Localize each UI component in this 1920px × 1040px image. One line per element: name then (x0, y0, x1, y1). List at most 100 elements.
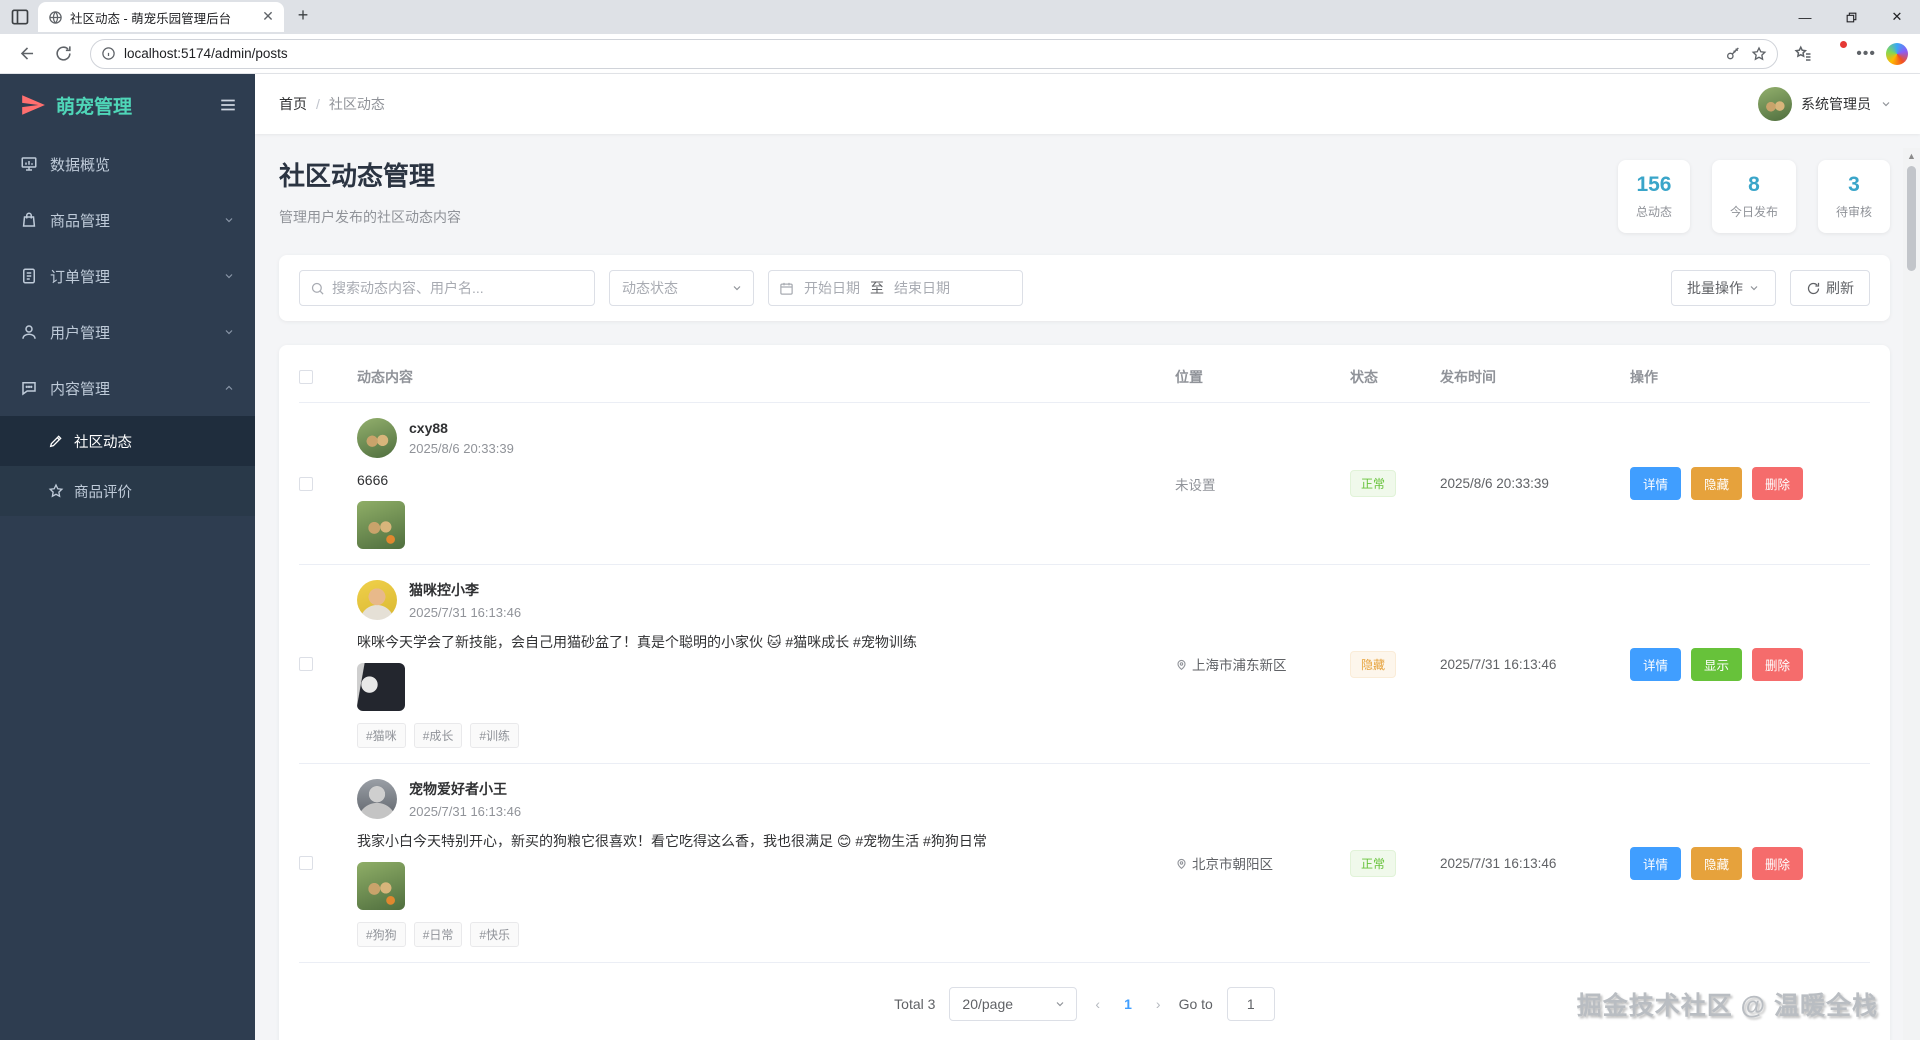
status-badge: 正常 (1350, 470, 1397, 497)
location-pin-icon (1175, 658, 1188, 671)
post-content: 我家小白今天特别开心，新买的狗粮它很喜欢！看它吃得这么香，我也很满足 😊 #宠物… (357, 833, 987, 849)
window-close-button[interactable]: ✕ (1874, 0, 1920, 34)
delete-button[interactable]: 删除 (1752, 467, 1804, 500)
status-badge: 隐藏 (1350, 650, 1397, 678)
detail-button[interactable]: 详情 (1630, 647, 1682, 681)
row-checkbox[interactable] (299, 856, 313, 870)
sidebar-item-product-reviews[interactable]: 商品评价 (0, 466, 255, 516)
tab-strip: 社区动态 - 萌宠乐园管理后台 ✕ + — ✕ (0, 0, 1920, 34)
window-restore-button[interactable] (1828, 0, 1874, 34)
url-field[interactable]: localhost:5174/admin/posts (90, 38, 1779, 69)
post-content: 咪咪今天学会了新技能，会自己用猫砂盆了！真是个聪明的小家伙 🐱 #猫咪成长 #宠… (357, 634, 917, 650)
avatar (357, 418, 397, 458)
copilot-icon[interactable] (1886, 42, 1908, 65)
tab-close-icon[interactable]: ✕ (260, 9, 276, 25)
search-input[interactable] (332, 280, 584, 296)
table-row: 宠物爱好者小王 2025/7/31 16:13:46 我家小白今天特别开心，新买… (299, 764, 1870, 963)
window-minimize-button[interactable]: — (1782, 0, 1828, 34)
dashboard-icon (20, 155, 38, 173)
star-icon (48, 483, 64, 499)
sidebar-item-community-posts[interactable]: 社区动态 (0, 416, 255, 466)
sidebar-item-dashboard[interactable]: 数据概览 (0, 136, 255, 192)
breadcrumb-home[interactable]: 首页 (279, 94, 307, 114)
post-image[interactable] (357, 862, 405, 910)
user-menu[interactable]: 系统管理员 (1758, 87, 1892, 121)
post-tag: #狗狗 (357, 922, 406, 947)
tab-title: 社区动态 - 萌宠乐园管理后台 (70, 11, 232, 26)
refresh-button[interactable] (48, 39, 78, 69)
search-input-wrap (299, 270, 595, 306)
select-all-checkbox[interactable] (299, 369, 313, 384)
prev-page-button[interactable]: ‹ (1091, 996, 1104, 1012)
calendar-icon (779, 281, 794, 296)
stat-card-pending: 3 待审核 (1817, 160, 1890, 233)
chevron-down-icon (223, 270, 235, 282)
topbar: 首页 / 社区动态 系统管理员 (255, 74, 1920, 134)
batch-actions-button[interactable]: 批量操作 (1671, 270, 1776, 306)
favorite-star-icon[interactable] (1751, 45, 1767, 62)
tab-actions-icon[interactable] (10, 7, 30, 27)
url-text[interactable]: localhost:5174/admin/posts (124, 46, 1717, 61)
next-page-button[interactable]: › (1152, 996, 1165, 1012)
detail-button[interactable]: 详情 (1630, 467, 1682, 500)
chevron-down-icon (223, 214, 235, 226)
sidebar-item-content[interactable]: 内容管理 (0, 360, 255, 416)
sidebar: 萌宠管理 数据概览 商品管理 订单管理 用户管理 内容管理 社区动态 商品评价 (0, 74, 255, 1040)
page-scrollbar[interactable]: ▲ ▼ (1903, 148, 1920, 1040)
site-info-icon[interactable] (101, 46, 116, 61)
sidebar-item-users[interactable]: 用户管理 (0, 304, 255, 360)
post-tag: #猫咪 (357, 723, 406, 748)
browser-tab[interactable]: 社区动态 - 萌宠乐园管理后台 ✕ (38, 2, 284, 32)
scroll-up-icon[interactable]: ▲ (1907, 148, 1916, 164)
post-tag: #快乐 (470, 922, 520, 947)
bag-icon (20, 211, 38, 229)
chevron-up-icon (223, 382, 235, 394)
location-cell: 上海市浦东新区 (1175, 654, 1350, 674)
location-cell: 未设置 (1175, 477, 1216, 493)
chevron-down-icon (223, 326, 235, 338)
user-icon (20, 323, 38, 341)
sidebar-item-products[interactable]: 商品管理 (0, 192, 255, 248)
page-title: 社区动态管理 (279, 161, 436, 191)
browser-profile-avatar[interactable] (1822, 39, 1849, 66)
username: cxy88 (409, 420, 448, 436)
hide-button[interactable]: 隐藏 (1691, 846, 1743, 880)
favorites-bar-icon[interactable] (1794, 45, 1812, 63)
show-button[interactable]: 显示 (1691, 647, 1743, 681)
breadcrumb: 首页 / 社区动态 (279, 94, 385, 114)
page-size-select[interactable]: 20/page (949, 987, 1078, 1021)
post-image[interactable] (357, 663, 405, 711)
stat-card-total: 156 总动态 (1617, 160, 1690, 233)
refresh-list-button[interactable]: 刷新 (1790, 270, 1870, 306)
goto-page-input[interactable] (1226, 987, 1275, 1021)
stat-card-today: 8 今日发布 (1711, 160, 1796, 233)
browser-chrome: 社区动态 - 萌宠乐园管理后台 ✕ + — ✕ localhost:5174/a… (0, 0, 1920, 74)
new-tab-button[interactable]: + (290, 3, 316, 29)
breadcrumb-current: 社区动态 (328, 96, 385, 112)
date-range-picker[interactable]: 开始日期 至 结束日期 (768, 270, 1023, 306)
pagination: Total 3 20/page ‹ 1 › Go to (299, 963, 1870, 1040)
row-checkbox[interactable] (299, 476, 313, 491)
detail-button[interactable]: 详情 (1630, 846, 1682, 880)
hide-button[interactable]: 隐藏 (1691, 467, 1743, 500)
status-select[interactable]: 动态状态 (609, 270, 754, 306)
goto-label: Go to (1178, 996, 1213, 1012)
delete-button[interactable]: 删除 (1752, 647, 1804, 681)
chevron-down-icon (1880, 98, 1892, 110)
page-number[interactable]: 1 (1118, 996, 1138, 1012)
globe-icon (48, 10, 63, 25)
menu-fold-icon[interactable] (219, 96, 237, 114)
chevron-down-icon (1748, 282, 1760, 294)
post-image[interactable] (357, 501, 405, 549)
post-tag: #成长 (413, 723, 463, 748)
sidebar-logo: 萌宠管理 (0, 74, 255, 136)
row-checkbox[interactable] (299, 657, 313, 671)
back-button[interactable] (12, 39, 42, 69)
refresh-icon (1806, 281, 1821, 296)
password-key-icon[interactable] (1725, 46, 1741, 62)
scrollbar-thumb[interactable] (1907, 166, 1916, 271)
delete-button[interactable]: 删除 (1752, 846, 1804, 880)
table-row: 猫咪控小李 2025/7/31 16:13:46 咪咪今天学会了新技能，会自己用… (299, 565, 1870, 764)
browser-menu-icon[interactable]: ••• (1856, 45, 1876, 63)
sidebar-item-orders[interactable]: 订单管理 (0, 248, 255, 304)
